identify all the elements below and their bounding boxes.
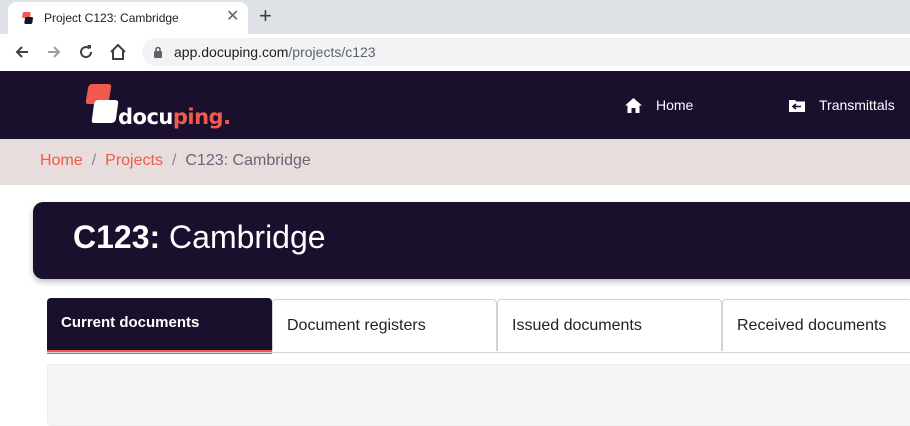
documents-panel [47,364,910,426]
back-arrow-icon[interactable] [13,43,31,61]
nav-item-label: Home [656,97,694,113]
close-tab-icon[interactable]: ✕ [226,9,239,25]
home-icon [625,97,642,113]
breadcrumb-separator: / [91,152,97,169]
browser-toolbar: app.docuping.com/projects/c123 [0,34,910,72]
docuping-favicon-icon [22,12,33,24]
logo-mark-icon [86,84,119,123]
tab-document-registers[interactable]: Document registers [272,299,497,351]
home-browser-icon[interactable] [109,43,127,61]
tab-current-documents[interactable]: Current documents [47,298,272,354]
tab-label: Received documents [737,317,887,334]
breadcrumb-current: C123: Cambridge [185,152,311,169]
folder-transmittals-icon [789,99,805,112]
breadcrumb-bar: Home / Projects / C123: Cambridge [0,139,910,185]
tabs-divider [47,352,910,353]
url-text: app.docuping.com/projects/c123 [174,44,376,60]
tab-label: Issued documents [512,317,642,334]
nav-item-transmittals[interactable]: Transmittals [789,71,895,139]
project-code: C123: [73,219,161,255]
tab-label: Current documents [61,314,200,331]
url-host: app.docuping.com [174,44,289,60]
reload-icon[interactable] [77,43,95,61]
tab-issued-documents[interactable]: Issued documents [497,299,722,351]
logo-text-accent: ping. [172,105,231,129]
address-bar[interactable]: app.docuping.com/projects/c123 [142,38,910,66]
browser-tab-title: Project C123: Cambridge [44,11,179,25]
tab-label: Document registers [287,317,426,334]
breadcrumb-projects[interactable]: Projects [105,152,163,169]
breadcrumb-separator: / [171,152,177,169]
logo-wordmark: docuping. [118,105,231,129]
tab-received-documents[interactable]: Received documents [722,299,910,351]
browser-tab-strip: Project C123: Cambridge ✕ + [0,0,910,34]
project-header: C123: Cambridge [33,202,910,279]
url-path: /projects/c123 [288,44,376,60]
nav-item-label: Transmittals [819,97,895,113]
project-name: Cambridge [169,219,326,255]
new-tab-button[interactable]: + [259,5,272,27]
app-navbar: docuping. Home Transmittals [0,71,910,139]
page-title: C123: Cambridge [73,219,326,256]
logo-text-main: docu [118,105,173,129]
lock-icon [154,46,162,58]
nav-item-home[interactable]: Home [625,71,693,139]
browser-tab[interactable]: Project C123: Cambridge ✕ [8,2,248,34]
breadcrumb: Home / Projects / C123: Cambridge [40,152,311,170]
forward-arrow-icon[interactable] [45,43,63,61]
breadcrumb-home[interactable]: Home [40,152,83,169]
